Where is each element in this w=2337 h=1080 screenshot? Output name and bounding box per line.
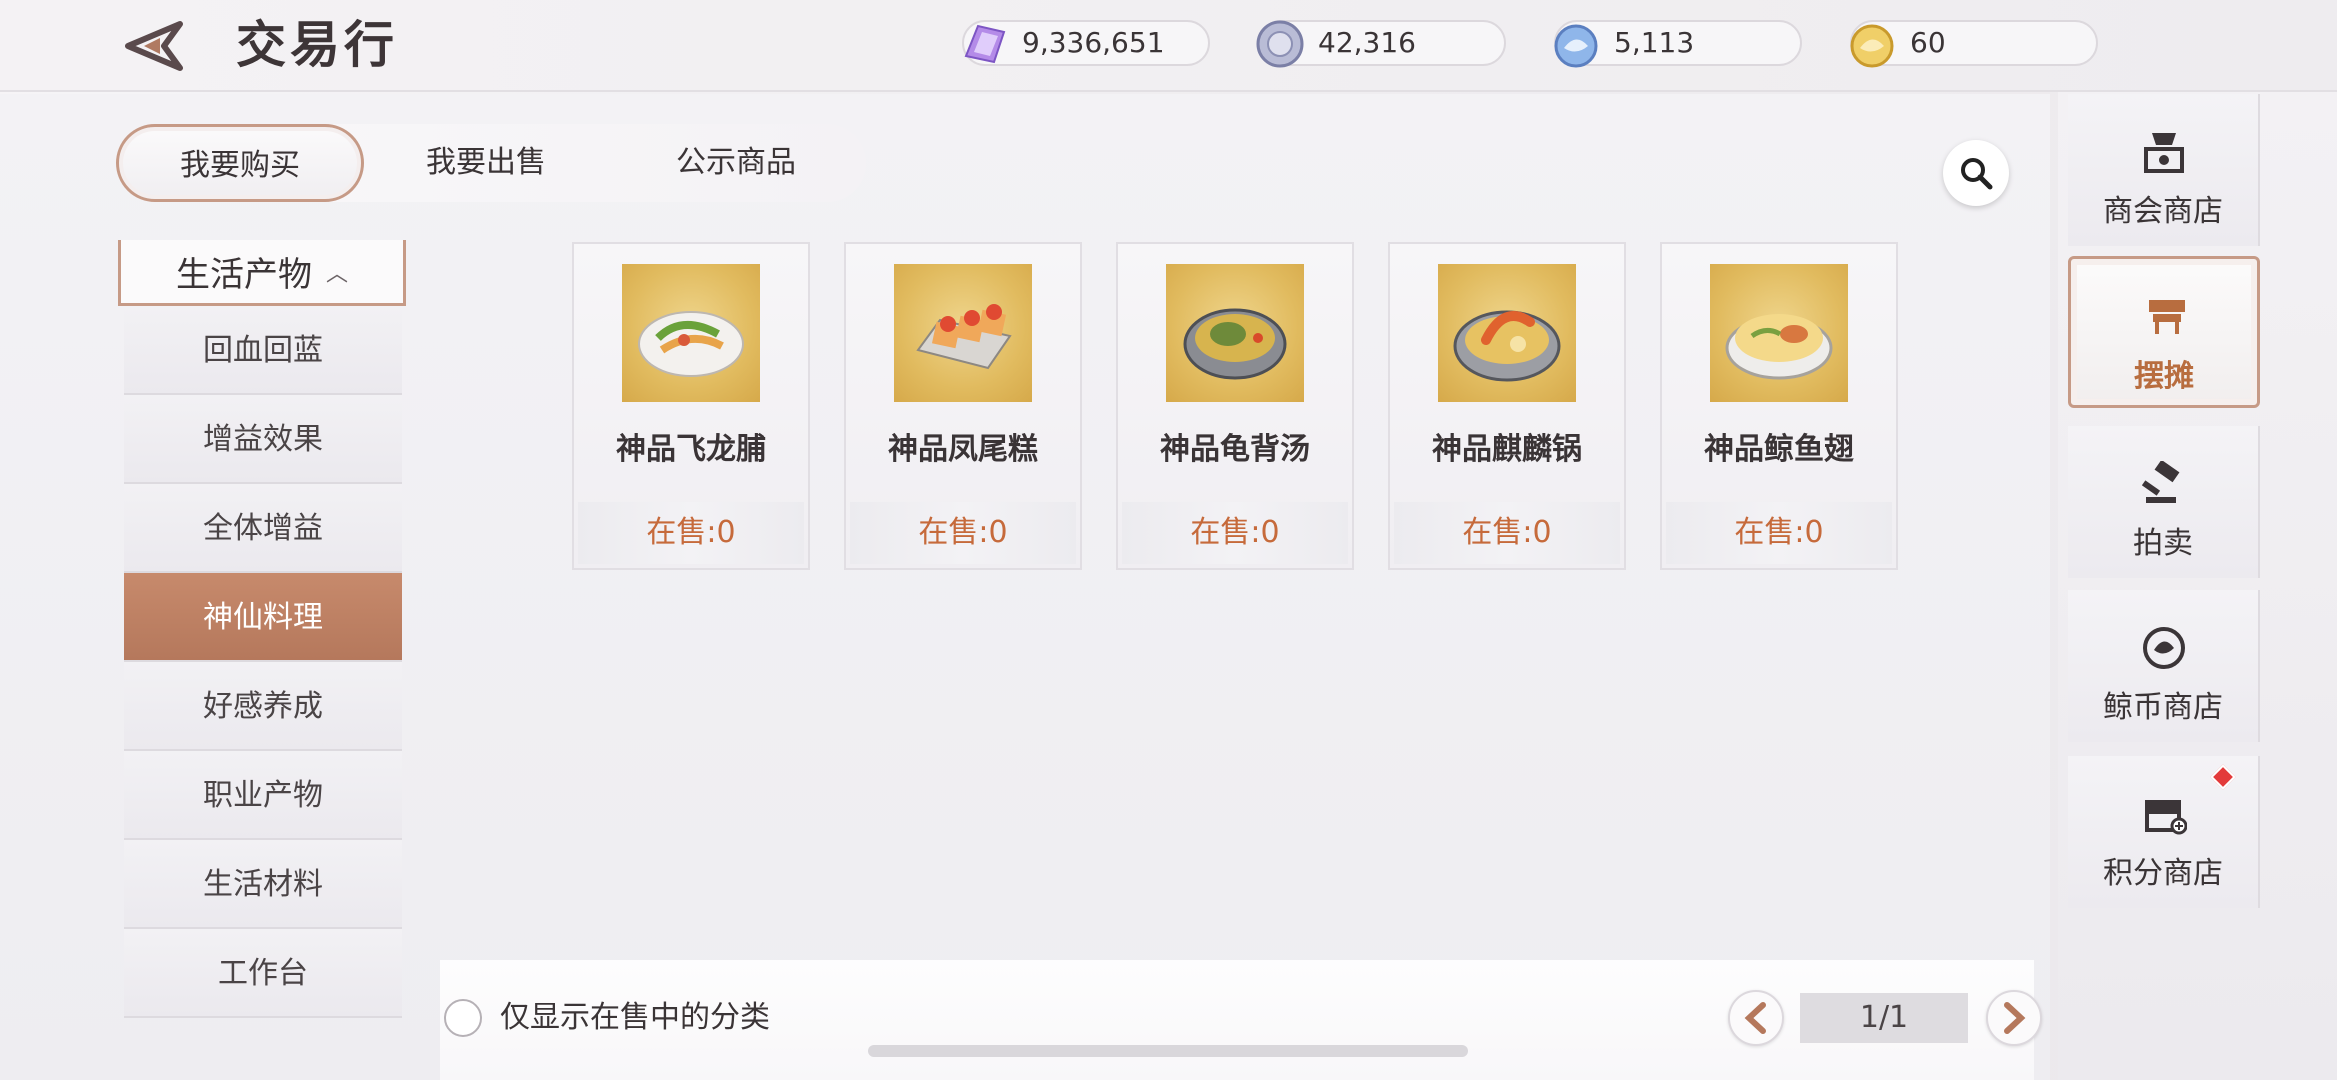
currency-gold[interactable]: 60 [1850,20,2098,68]
goods-stock: 在售:0 [1394,502,1620,564]
chevron-up-icon: ︿ [325,261,348,287]
back-button[interactable] [118,18,190,74]
search-button[interactable] [1943,140,2009,206]
tab-strip: 我要购买 我要出售 公示商品 [116,124,866,202]
dish-image [1438,264,1576,402]
gold-whale-icon [1850,24,1894,68]
currency-whale[interactable]: 5,113 [1554,20,1802,68]
goods-card[interactable]: 神品飞龙脯 在售:0 [572,242,810,570]
category-item-life-material[interactable]: 生活材料 [124,840,402,929]
category-item-party-buff[interactable]: 全体增益 [124,484,402,573]
filter-radio[interactable] [444,999,482,1037]
category-item-profession[interactable]: 职业产物 [124,751,402,840]
merchant-shop-icon [2134,122,2194,182]
side-nav-auction[interactable]: 拍卖 [2068,426,2260,578]
category-item-buff[interactable]: 增益效果 [124,395,402,484]
side-nav-whale-coin-shop[interactable]: 鲸币商店 [2068,590,2260,742]
dish-image [1166,264,1304,402]
goods-card[interactable]: 神品龟背汤 在售:0 [1116,242,1354,570]
side-nav-stall[interactable]: 摆摊 [2068,256,2260,408]
goods-stock: 在售:0 [1666,502,1892,564]
points-shop-icon [2134,784,2194,844]
dish-image [622,264,760,402]
purple-crystal-icon [964,24,1006,64]
goods-stock: 在售:0 [578,502,804,564]
whale-coin-shop-icon [2134,618,2194,678]
page-indicator: 1/1 [1800,993,1968,1043]
currency-crystal[interactable]: 9,336,651 [962,20,1210,66]
prev-page-button[interactable] [1728,990,1784,1046]
chevron-left-icon [1744,1002,1766,1034]
dish-image [1710,264,1848,402]
category-item-divine-cuisine[interactable]: 神仙料理 [124,573,402,662]
next-page-button[interactable] [1986,990,2042,1046]
page-title: 交易行 [236,16,398,74]
currency-silver[interactable]: 42,316 [1256,20,1506,68]
goods-card[interactable]: 神品鲸鱼翅 在售:0 [1660,242,1898,570]
goods-name: 神品飞龙脯 [616,432,766,467]
category-item-hp-mp[interactable]: 回血回蓝 [124,306,402,395]
category-item-workbench[interactable]: 工作台 [124,929,402,1018]
filter-label: 仅显示在售中的分类 [500,1000,770,1035]
auction-hammer-icon [2134,454,2194,514]
goods-name: 神品鲸鱼翅 [1704,432,1854,467]
goods-stock: 在售:0 [1122,502,1348,564]
chevron-right-icon [2004,1002,2026,1034]
dish-image [894,264,1032,402]
search-icon [1961,158,1993,190]
whale-coin-icon [1554,24,1598,68]
side-nav-merchant-shop[interactable]: 商会商店 [2068,94,2260,246]
category-dropdown[interactable]: 生活产物 ︿ [118,240,406,306]
top-bar: 交易行 9,336,651 42,316 5,113 60 [0,0,2337,92]
tab-buy[interactable]: 我要购买 [116,124,364,202]
category-list: 回血回蓝 增益效果 全体增益 神仙料理 好感养成 职业产物 生活材料 工作台 [124,306,402,1018]
goods-card[interactable]: 神品麒麟锅 在售:0 [1388,242,1626,570]
silver-coin-icon [1256,20,1304,68]
goods-name: 神品麒麟锅 [1432,432,1582,467]
home-indicator [868,1045,1468,1057]
goods-stock: 在售:0 [850,502,1076,564]
stall-icon [2137,287,2197,347]
goods-card[interactable]: 神品凤尾糕 在售:0 [844,242,1082,570]
category-item-affection[interactable]: 好感养成 [124,662,402,751]
back-arrow-icon [125,21,183,71]
tab-sell[interactable]: 我要出售 [366,124,606,202]
category-dropdown-label: 生活产物 [175,255,312,295]
goods-name: 神品龟背汤 [1160,432,1310,467]
goods-name: 神品凤尾糕 [888,432,1038,467]
tab-public-goods[interactable]: 公示商品 [616,124,856,202]
